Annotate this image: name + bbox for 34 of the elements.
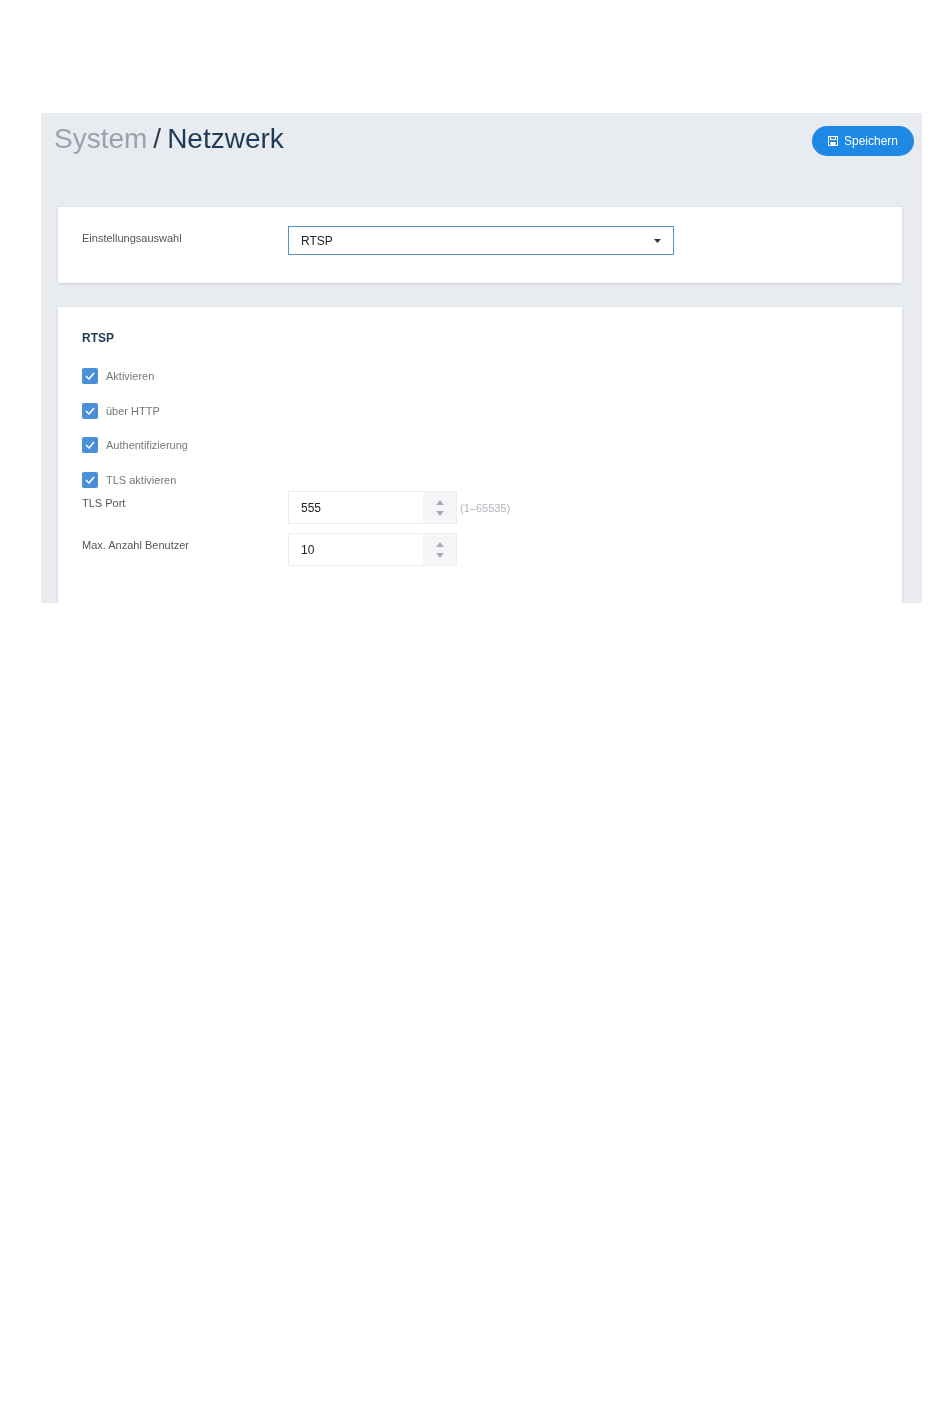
checkmark-icon — [85, 441, 95, 450]
checkbox[interactable] — [82, 368, 98, 385]
breadcrumb-current: Netzwerk — [167, 123, 284, 155]
checkbox[interactable] — [82, 471, 98, 488]
checkbox-label: Authentifizierung — [106, 438, 188, 453]
checkmark-icon — [85, 406, 95, 415]
down-arrow-icon — [435, 552, 444, 558]
checkbox[interactable] — [82, 437, 98, 454]
checkbox[interactable] — [82, 402, 98, 419]
checkmark-icon — [85, 475, 95, 484]
number-field[interactable]: 10 — [288, 533, 457, 566]
section-title: RTSP — [82, 330, 115, 347]
field-value: 10 — [300, 541, 316, 559]
save-button[interactable]: Speichern — [812, 126, 914, 156]
spinner-buttons[interactable] — [423, 492, 456, 523]
field-label: TLS Port — [82, 496, 127, 511]
save-icon — [827, 136, 838, 146]
settings-dropdown[interactable]: RTSP — [288, 226, 674, 255]
dropdown-value: RTSP — [301, 232, 333, 250]
down-arrow-icon — [435, 510, 444, 516]
range-hint: (1–65535) — [460, 501, 511, 516]
breadcrumb-separator: / — [153, 123, 162, 155]
field-label: Max. Anzahl Benutzer — [82, 538, 190, 553]
field-label: Einstellungsauswahl — [82, 231, 183, 246]
caret-icon — [654, 238, 661, 243]
up-arrow-icon — [435, 499, 444, 505]
checkbox-label: TLS aktivieren — [106, 472, 177, 488]
up-arrow-icon — [435, 541, 444, 547]
field-value: 555 — [300, 499, 323, 517]
checkmark-icon — [85, 372, 95, 381]
spinner-buttons[interactable] — [423, 534, 456, 565]
checkbox-label: Aktivieren — [106, 369, 155, 384]
number-field[interactable]: 555 — [288, 491, 457, 524]
checkbox-label: über HTTP — [106, 403, 160, 419]
